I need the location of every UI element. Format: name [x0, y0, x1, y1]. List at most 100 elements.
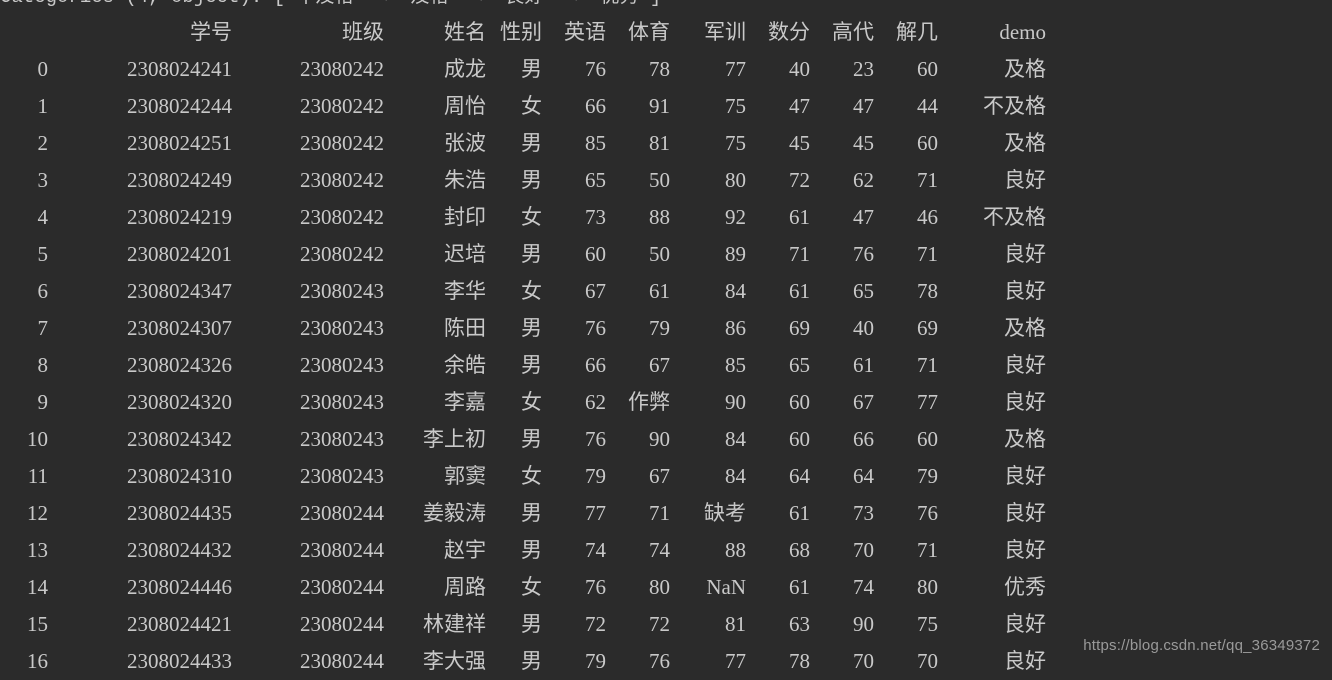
cell-index: 0	[37, 57, 49, 81]
cell-military: 75	[725, 131, 746, 155]
cell-english: 85	[585, 131, 606, 155]
dataframe-table: 学号 班级 姓名 性别 英语 体育 军训 数分 高代 解几 demo 0 2308…	[0, 14, 1060, 680]
table-row: 15 2308024421 23080244 林建祥 男 72 72 81 63 90 75 良好	[0, 606, 1060, 643]
column-header-english: 英语	[564, 20, 606, 44]
cell-pe: 50	[649, 242, 670, 266]
cell-military: 84	[725, 464, 746, 488]
cell-demo: 良好	[1004, 353, 1046, 377]
cell-geometry: 60	[917, 57, 938, 81]
cell-index: 1	[37, 94, 49, 118]
cell-name: 周路	[444, 575, 486, 599]
column-header-math-analysis: 数分	[768, 20, 810, 44]
table-row: 13 2308024432 23080244 赵宇 男 74 74 88 68 70 71 良好	[0, 532, 1060, 569]
cell-math-analysis: 72	[789, 168, 810, 192]
cell-military: 89	[725, 242, 746, 266]
console-output-area: Categories (4, object): ['不及格' < '及格' < …	[0, 0, 1332, 673]
cell-xuehao: 2308024347	[127, 279, 232, 303]
cell-name: 成龙	[444, 57, 486, 81]
column-header-military: 军训	[704, 20, 746, 44]
cell-demo: 及格	[1004, 427, 1046, 451]
cell-math-analysis: 61	[789, 205, 810, 229]
cell-pe: 71	[649, 501, 670, 525]
cell-algebra: 66	[853, 427, 874, 451]
cell-algebra: 70	[853, 649, 874, 673]
cell-algebra: 74	[853, 575, 874, 599]
cell-algebra: 23	[853, 57, 874, 81]
cell-geometry: 46	[917, 205, 938, 229]
cell-sex: 女	[521, 94, 542, 118]
cell-xuehao: 2308024241	[127, 57, 232, 81]
cell-english: 66	[585, 94, 606, 118]
cell-english: 77	[585, 501, 606, 525]
cell-geometry: 70	[917, 649, 938, 673]
cell-pe: 91	[649, 94, 670, 118]
cell-algebra: 76	[853, 242, 874, 266]
cell-pe: 50	[649, 168, 670, 192]
cell-algebra: 47	[853, 94, 874, 118]
cell-xuehao: 2308024249	[127, 168, 232, 192]
cell-banji: 23080243	[300, 353, 384, 377]
cell-banji: 23080243	[300, 427, 384, 451]
column-header-algebra: 高代	[832, 20, 874, 44]
cell-index: 3	[37, 168, 49, 192]
cell-math-analysis: 71	[789, 242, 810, 266]
cell-pe: 作弊	[628, 390, 670, 414]
cell-geometry: 78	[917, 279, 938, 303]
cell-name: 郭窦	[444, 464, 486, 488]
cell-index: 12	[27, 501, 48, 525]
table-row: 11 2308024310 23080243 郭窦 女 79 67 84 64 64 79 良好	[0, 458, 1060, 495]
cell-math-analysis: 78	[789, 649, 810, 673]
cell-math-analysis: 40	[789, 57, 810, 81]
cell-banji: 23080242	[300, 205, 384, 229]
cell-name: 朱浩	[444, 168, 486, 192]
cell-xuehao: 2308024342	[127, 427, 232, 451]
column-header-xuehao: 学号	[190, 20, 232, 44]
cell-military: 84	[725, 279, 746, 303]
cell-military: 80	[725, 168, 746, 192]
cell-banji: 23080243	[300, 279, 384, 303]
column-header-sex: 性别	[500, 20, 542, 44]
cell-military: 90	[725, 390, 746, 414]
cell-index: 4	[37, 205, 49, 229]
cell-name: 迟培	[444, 242, 486, 266]
cell-demo: 不及格	[983, 205, 1046, 229]
cell-math-analysis: 60	[789, 427, 810, 451]
cell-sex: 男	[521, 168, 542, 192]
cell-algebra: 40	[853, 316, 874, 340]
cell-algebra: 62	[853, 168, 874, 192]
cell-math-analysis: 61	[789, 279, 810, 303]
table-header-row: 学号 班级 姓名 性别 英语 体育 军训 数分 高代 解几 demo	[0, 14, 1060, 51]
cell-banji: 23080243	[300, 390, 384, 414]
cell-xuehao: 2308024446	[127, 575, 232, 599]
table-row: 6 2308024347 23080243 李华 女 67 61 84 61 65 78 良好	[0, 273, 1060, 310]
cell-demo: 及格	[1004, 316, 1046, 340]
cell-geometry: 79	[917, 464, 938, 488]
cell-math-analysis: 63	[789, 612, 810, 636]
cell-banji: 23080242	[300, 94, 384, 118]
cell-name: 李上初	[423, 427, 486, 451]
cell-english: 79	[585, 464, 606, 488]
cell-geometry: 75	[917, 612, 938, 636]
table-row: 2 2308024251 23080242 张波 男 85 81 75 45 45 60 及格	[0, 125, 1060, 162]
cell-demo: 良好	[1004, 612, 1046, 636]
cell-sex: 女	[521, 390, 542, 414]
cell-index: 15	[27, 612, 48, 636]
cell-geometry: 71	[917, 353, 938, 377]
dataframe-header: 学号 班级 姓名 性别 英语 体育 军训 数分 高代 解几 demo	[0, 14, 1060, 51]
cell-index: 5	[37, 242, 49, 266]
cell-name: 周怡	[444, 94, 486, 118]
cell-xuehao: 2308024421	[127, 612, 232, 636]
cell-geometry: 76	[917, 501, 938, 525]
cell-sex: 女	[521, 575, 542, 599]
cell-index: 11	[27, 464, 48, 488]
table-row: 9 2308024320 23080243 李嘉 女 62 作弊 90 60 67 77 良好	[0, 384, 1060, 421]
cell-xuehao: 2308024251	[127, 131, 232, 155]
cell-military: 92	[725, 205, 746, 229]
cell-name: 李华	[444, 279, 486, 303]
cell-geometry: 71	[917, 242, 938, 266]
table-row: 10 2308024342 23080243 李上初 男 76 90 84 60 66 60 及格	[0, 421, 1060, 458]
cell-algebra: 70	[853, 538, 874, 562]
cell-algebra: 67	[853, 390, 874, 414]
cell-index: 6	[37, 279, 49, 303]
column-header-geometry: 解几	[896, 20, 938, 44]
